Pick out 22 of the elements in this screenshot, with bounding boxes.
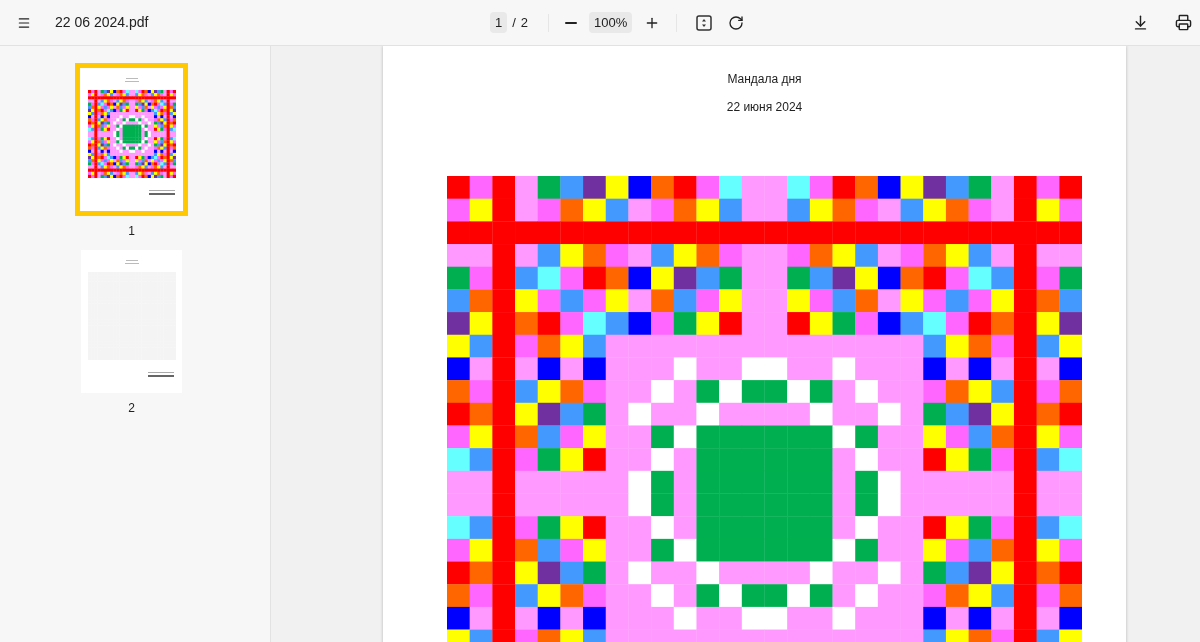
page-title: Мандала дня (727, 71, 802, 88)
fit-page-button[interactable] (695, 13, 714, 32)
page-thumbnail[interactable] (81, 250, 182, 393)
menu-icon (17, 15, 31, 30)
page-date: 22 июня 2024 (726, 99, 803, 116)
thumbnail-label: 2 (128, 400, 135, 417)
rotate-button[interactable] (728, 14, 745, 31)
printer-icon (1175, 14, 1192, 31)
page-count: 2 (520, 13, 529, 32)
page-thumbnail[interactable] (75, 63, 188, 216)
fit-page-icon (695, 13, 714, 32)
print-button[interactable] (1175, 14, 1192, 31)
page-separator: / (512, 13, 516, 32)
minus-icon (565, 21, 578, 24)
zoom-field[interactable]: 100% (589, 11, 633, 34)
download-icon (1132, 14, 1149, 31)
zoom-out-button[interactable] (565, 21, 578, 24)
download-button[interactable] (1132, 14, 1149, 31)
page-number-field[interactable]: 1 (490, 11, 508, 34)
rotate-icon (728, 14, 745, 31)
file-name: 22 06 2024.pdf (55, 13, 149, 32)
thumbnail-label: 1 (128, 223, 135, 240)
